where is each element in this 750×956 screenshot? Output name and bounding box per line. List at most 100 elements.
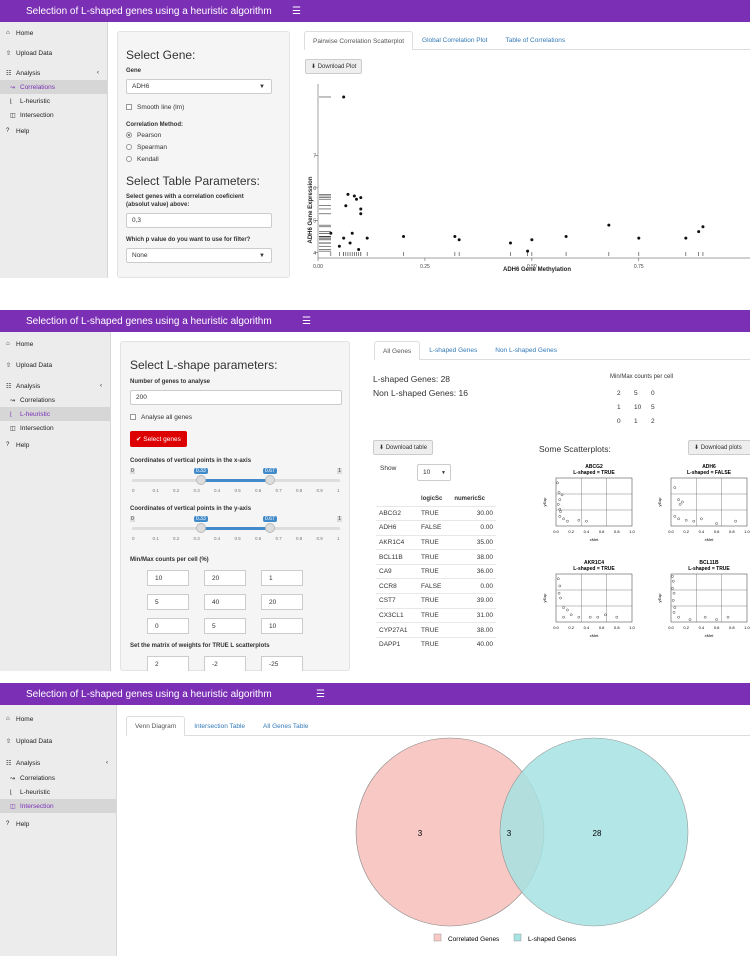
col-header-logic[interactable]: logicSc [418,492,451,506]
sidebar-item-help[interactable]: ? Help [0,817,116,831]
slider-low-handle[interactable] [196,523,206,533]
mini-point [677,615,680,619]
pval-select[interactable]: None ▼ [126,248,272,263]
minmax-label: Min/Max counts per cell (%) [130,557,209,563]
scatter-point [701,225,705,229]
x-axis-label: ADH6 Gene Methylation [503,267,571,273]
tab-lshaped-genes[interactable]: L-shaped Genes [420,341,486,359]
table-row[interactable]: BCL11B TRUE 38.00 [376,549,496,565]
sidebar-item-upload[interactable]: ⇧ Upload Data [0,358,110,372]
sidebar-item-lheuristic[interactable]: ⌊ L-heuristic [0,785,116,799]
coef-input[interactable]: 0,3 [126,213,272,228]
tab-global-correlation[interactable]: Global Correlation Plot [413,31,496,49]
gene-cell: ADH6 [376,520,419,536]
tab-pairwise-scatter[interactable]: Pairwise Correlation Scatterplot [304,31,414,50]
scatter-point [453,235,457,239]
gene-select[interactable]: ADH6 ▼ [126,79,272,94]
minmax-cell[interactable]: 20 [261,594,303,610]
table-row[interactable]: AKR1C4 TRUE 35.00 [376,534,496,550]
show-entries-select[interactable]: 10 ▼ [417,464,451,481]
legend-lshaped: L-shaped Genes [528,936,577,943]
hamburger-icon[interactable]: ☰ [302,316,311,327]
sidebar-item-home[interactable]: ⌂ Home [0,711,116,727]
table-row[interactable]: ADH6 FALSE 0.00 [376,520,496,536]
tab-all-genes-table[interactable]: All Genes Table [254,716,317,735]
slider-high-handle[interactable] [265,475,275,485]
table-row[interactable]: CCR8 FALSE 0.00 [376,578,496,594]
logic-cell: TRUE [418,622,452,638]
ngenes-input[interactable]: 200 [130,390,342,405]
app-title: Selection of L-shaped genes using a heur… [26,688,272,700]
sidebar-item-lheuristic[interactable]: ⌊ L-heuristic [0,407,110,421]
help-icon: ? [6,442,10,448]
logic-cell: FALSE [418,578,452,594]
table-row[interactable]: ABCG2 TRUE 30.00 [376,505,496,521]
sidebar-item-upload[interactable]: ⇧ Upload Data [0,733,116,749]
col-header-numeric[interactable]: numericSc [451,492,496,506]
minmax-cell[interactable]: 40 [204,594,246,610]
hamburger-icon[interactable]: ☰ [292,6,301,17]
hamburger-icon[interactable]: ☰ [316,689,325,700]
sidebar-item-home[interactable]: ⌂ Home [0,337,110,351]
slider-high-handle[interactable] [265,523,275,533]
radio-spearman[interactable]: Spearman [126,144,167,151]
mini-point [558,584,562,588]
mini-point [703,615,707,619]
home-icon: ⌂ [6,341,10,347]
minmax-cell[interactable]: 10 [261,618,303,634]
tab-correlation-table[interactable]: Table of Correlations [496,31,574,49]
slider-low-handle[interactable] [196,475,206,485]
yaxis-slider[interactable]: 0 1 0.33 0.67 0 0.1 0.2 0.3 0.4 0.5 0.6 0.7 0.8 0… [130,516,342,546]
weight-cell[interactable]: -25 [261,656,303,671]
minmax-cell[interactable]: 10 [147,570,189,586]
sidebar-item-lheuristic[interactable]: ⌊ L-heuristic [0,94,107,108]
download-plots-button[interactable]: ⬇ Download plots [688,440,750,455]
table-row[interactable]: CST7 TRUE 39.00 [376,593,496,609]
mini-point [673,606,677,609]
sidebar-item-intersection[interactable]: ◫ Intersection [0,421,110,435]
sidebar-item-correlations[interactable]: ↝ Correlations [0,393,110,407]
minmax-cell-title: Min/Max counts per cell [610,374,674,380]
tab-all-genes[interactable]: All Genes [374,341,421,360]
download-plot-button[interactable]: ⬇ Download Plot [305,59,363,74]
xaxis-slider[interactable]: 0 1 0.33 0.67 0 0.1 0.2 0.3 0.4 0.5 0.6 0.7 0.8 0… [130,468,342,498]
slider-tick-label: 0.9 [316,536,323,541]
table-row[interactable]: CA9 TRUE 36.00 [376,563,496,579]
minmax-cell[interactable]: 0 [147,618,189,634]
minmax-count: 2 [617,390,621,397]
radio-kendall[interactable]: Kendall [126,156,159,163]
upload-icon: ⇧ [6,738,12,745]
tab-non-lshaped-genes[interactable]: Non L-shaped Genes [486,341,566,359]
minmax-cell[interactable]: 20 [204,570,246,586]
mini-x-tick: 0.6 [599,529,605,534]
sidebar-item-analysis[interactable]: ☷ Analysis ‹ [0,379,110,393]
sidebar-item-home[interactable]: ⌂ Home [0,26,107,40]
table-row[interactable]: DAPP1 TRUE 40.00 [376,636,496,652]
all-genes-checkbox[interactable]: Analyse all genes [130,414,192,421]
minmax-cell[interactable]: 5 [147,594,189,610]
weight-cell[interactable]: 2 [147,656,189,671]
sidebar-item-analysis[interactable]: ☷ Analysis ‹ [0,755,116,771]
radio-pearson[interactable]: Pearson [126,132,161,139]
smooth-line-checkbox[interactable]: Smooth line (lm) [126,104,184,111]
minmax-cell[interactable]: 5 [204,618,246,634]
sidebar-item-intersection[interactable]: ◫ Intersection [0,108,107,122]
select-genes-button[interactable]: ✔ Select genes [130,431,187,447]
download-table-button[interactable]: ⬇ Download table [373,440,434,455]
minmax-cell[interactable]: 1 [261,570,303,586]
intersection-screen: Selection of L-shaped genes using a heur… [0,683,750,956]
sidebar-item-correlations[interactable]: ↝ Correlations [0,80,107,94]
tab-venn-diagram[interactable]: Venn Diagram [126,716,186,736]
sidebar-item-intersection[interactable]: ◫ Intersection [0,799,116,813]
sidebar-item-help[interactable]: ? Help [0,124,107,138]
sidebar-item-help[interactable]: ? Help [0,438,110,452]
table-row[interactable]: CYP27A1 TRUE 38.00 [376,622,496,638]
line-chart-icon: ↝ [10,84,16,91]
sidebar-item-analysis[interactable]: ☷ Analysis ‹ [0,66,107,80]
sidebar-item-correlations[interactable]: ↝ Correlations [0,771,116,785]
sidebar-item-upload[interactable]: ⇧ Upload Data [0,46,107,60]
table-row[interactable]: CX3CL1 TRUE 31.00 [376,607,496,623]
weight-cell[interactable]: -2 [204,656,246,671]
tab-intersection-table[interactable]: Intersection Table [185,716,254,735]
mini-point [585,519,588,523]
